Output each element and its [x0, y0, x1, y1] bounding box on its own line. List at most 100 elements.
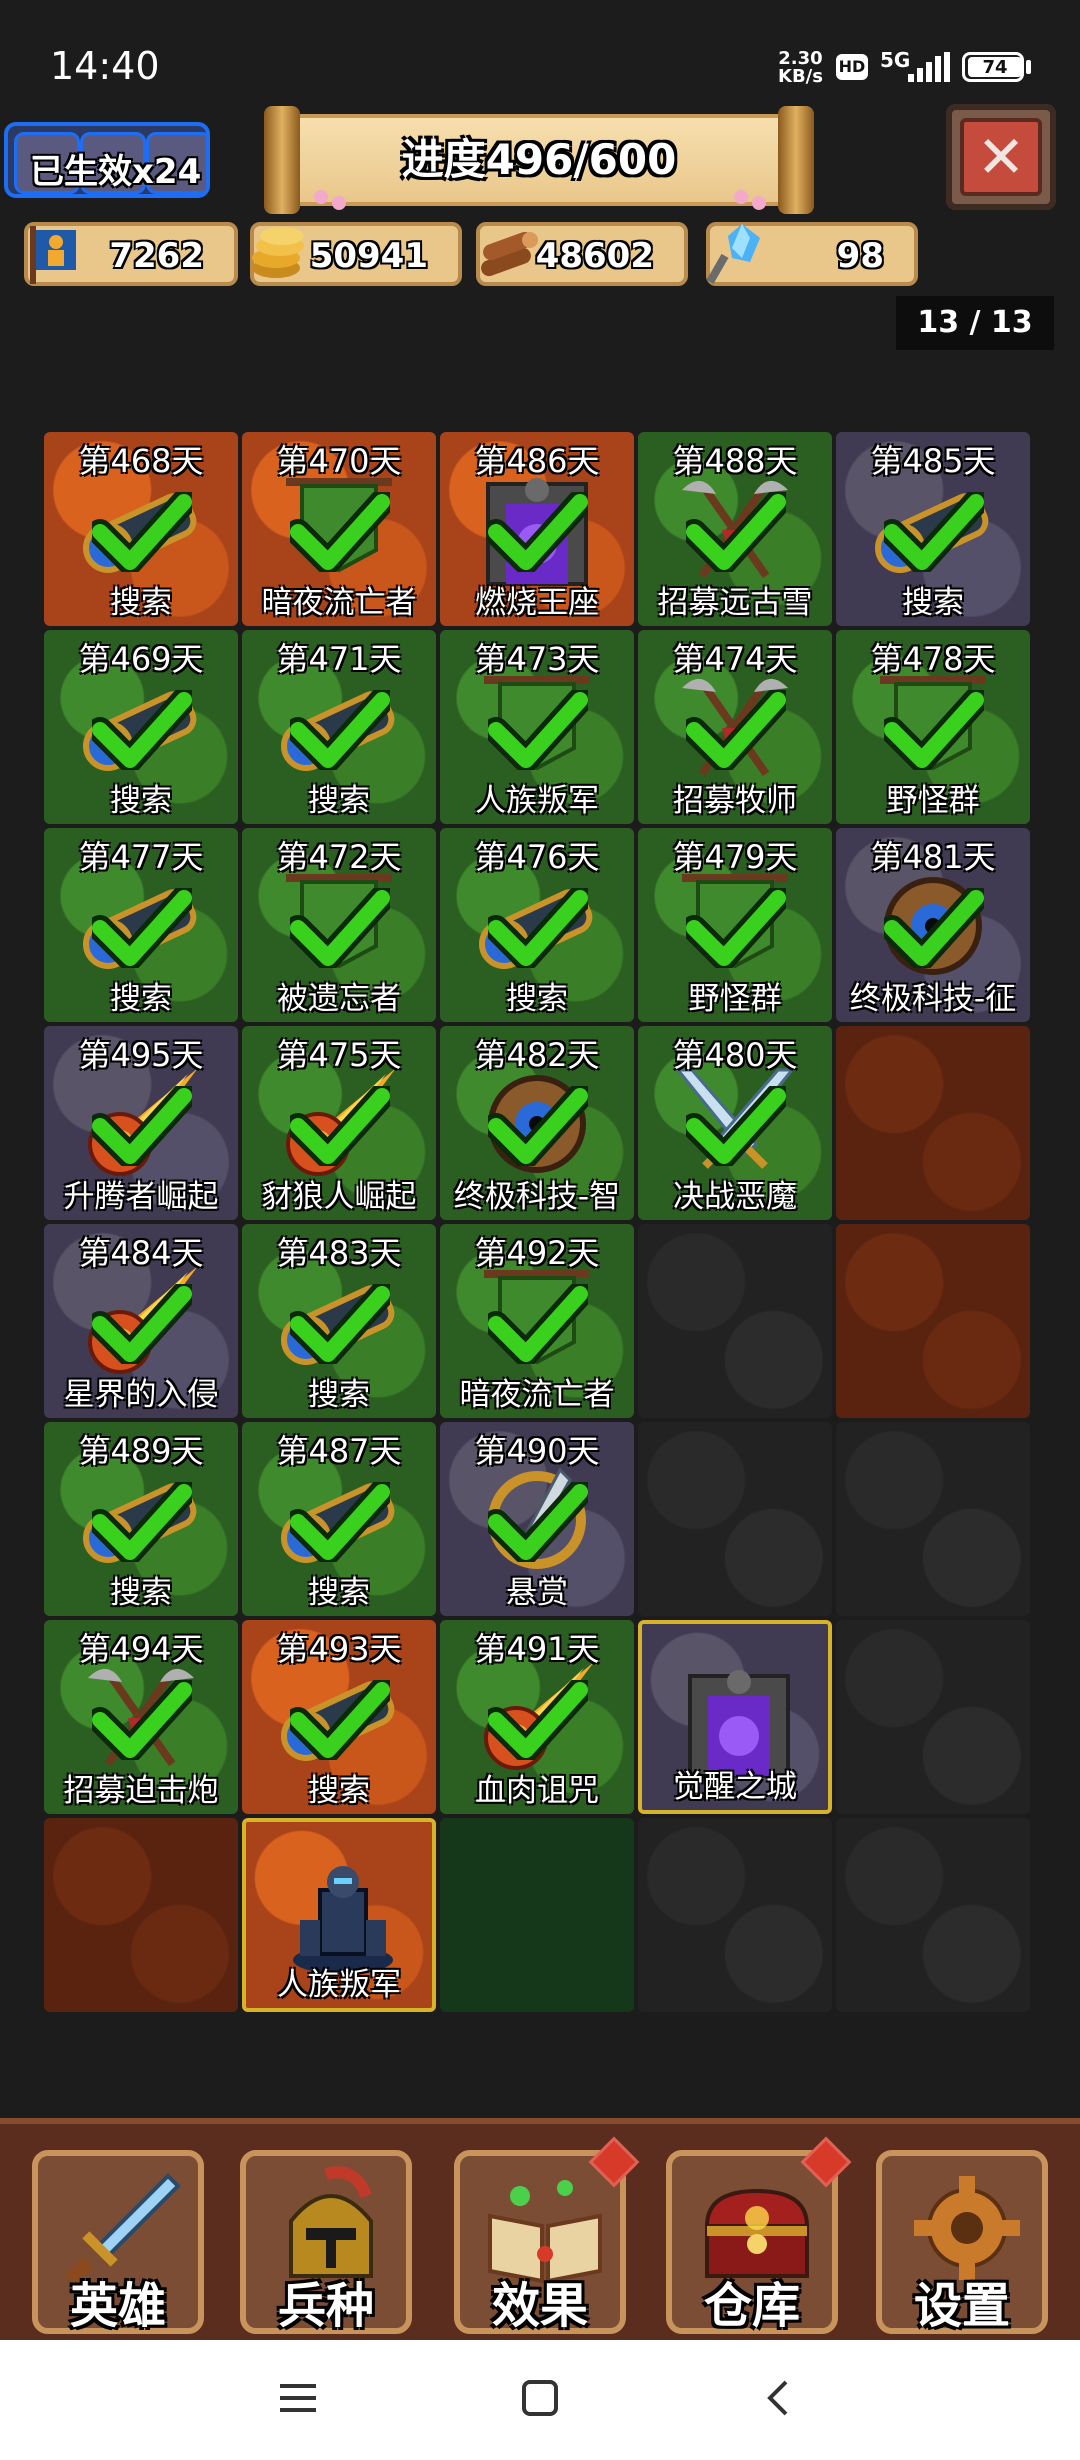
check-icon: [488, 1680, 588, 1760]
progress-label: 进度496/600: [401, 135, 677, 184]
grid-tile[interactable]: 第468天 搜索: [44, 432, 238, 626]
grid-tile[interactable]: 第477天 搜索: [44, 828, 238, 1022]
grid-tile[interactable]: 第473天人族叛军: [440, 630, 634, 824]
check-icon: [686, 888, 786, 968]
grid-tile[interactable]: 第487天 搜索: [242, 1422, 436, 1616]
grid-tile[interactable]: 第494天 招募迫击炮: [44, 1620, 238, 1814]
tile-name: 悬赏: [506, 1575, 568, 1611]
grid-tile[interactable]: 第478天 野怪群: [836, 630, 1030, 824]
grid-tile[interactable]: 第493天搜索: [242, 1620, 436, 1814]
tile-name: 人族叛军: [277, 1967, 401, 2003]
tile-name: 野怪群: [886, 783, 980, 819]
grid-tile[interactable]: 第480天 决战恶魔: [638, 1026, 832, 1220]
grid-tile[interactable]: 觉醒之城: [638, 1620, 832, 1814]
tile-day: 第491天: [474, 1630, 600, 1668]
nav-storage-button[interactable]: 仓库: [666, 2136, 852, 2334]
grid-tile[interactable]: [44, 1818, 238, 2012]
grid-tile[interactable]: 第474天 招募牧师: [638, 630, 832, 824]
menu-icon[interactable]: [276, 2376, 320, 2420]
nav-heroes-button[interactable]: 英雄: [32, 2150, 204, 2334]
grid-tile[interactable]: 第482天 终极科技-智: [440, 1026, 634, 1220]
grid-tile[interactable]: 第481天 终极科技-征: [836, 828, 1030, 1022]
grid-tile[interactable]: 人族叛军: [242, 1818, 436, 2012]
tile-name: 搜索: [308, 1773, 370, 1809]
grid-tile[interactable]: 第485天 搜索: [836, 432, 1030, 626]
nav-settings-button[interactable]: 设置: [876, 2150, 1048, 2334]
check-icon: [290, 1284, 390, 1364]
grid-tile[interactable]: 第490天 悬赏: [440, 1422, 634, 1616]
gold-icon: [252, 227, 304, 278]
network-type: 5G: [880, 48, 911, 72]
grid-tile[interactable]: 第479天 野怪群: [638, 828, 832, 1022]
check-icon: [488, 888, 588, 968]
grid-tile[interactable]: 第491天 血肉诅咒: [440, 1620, 634, 1814]
check-icon: [488, 1284, 588, 1364]
battery-icon: 74: [962, 52, 1024, 82]
grid-tile[interactable]: 第471天 搜索: [242, 630, 436, 824]
tile-day: 第493天: [276, 1630, 402, 1668]
hd-icon: HD: [836, 54, 868, 80]
tile-day: 第472天: [276, 838, 402, 876]
grid-tile[interactable]: 第492天 暗夜流亡者: [440, 1224, 634, 1418]
grid-tile[interactable]: 第470天 暗夜流亡者: [242, 432, 436, 626]
close-button[interactable]: ✕: [946, 104, 1056, 210]
tile-name: 招募远古雪: [657, 585, 813, 621]
check-icon: [290, 492, 390, 572]
close-icon: ✕: [976, 123, 1026, 191]
grid-tile[interactable]: [638, 1422, 832, 1616]
flower-icon: [752, 196, 766, 210]
tile-name: 人族叛军: [475, 783, 599, 819]
network-speed: 2.30 KB/s: [778, 48, 823, 87]
tile-name: 觉醒之城: [673, 1769, 797, 1805]
tile-day: 第473天: [474, 640, 600, 678]
home-icon[interactable]: [518, 2376, 562, 2420]
tile-name: 暗夜流亡者: [459, 1377, 615, 1413]
nav-troops-button[interactable]: 兵种: [240, 2150, 412, 2334]
tile-name: 终极科技-智: [453, 1179, 621, 1215]
check-icon: [92, 1086, 192, 1166]
tile-day: 第495天: [78, 1036, 204, 1074]
tile-name: 野怪群: [688, 981, 782, 1017]
grid-tile[interactable]: 第469天 搜索: [44, 630, 238, 824]
check-icon: [92, 1482, 192, 1562]
grid-tile[interactable]: 第489天搜索: [44, 1422, 238, 1616]
tile-name: 升腾者崛起: [63, 1179, 219, 1215]
grid-tile[interactable]: 第495天升腾者崛起: [44, 1026, 238, 1220]
check-icon: [290, 690, 390, 770]
grid-tile[interactable]: 第483天 搜索: [242, 1224, 436, 1418]
grid-tile[interactable]: 第475天 豺狼人崛起: [242, 1026, 436, 1220]
grid-tile[interactable]: [836, 1818, 1030, 2012]
check-icon: [686, 1086, 786, 1166]
grid-tile[interactable]: [836, 1026, 1030, 1220]
flower-icon: [332, 196, 346, 210]
tile-day: 第470天: [276, 442, 402, 480]
tile-day: 第476天: [474, 838, 600, 876]
grid-tile[interactable]: 第476天 搜索: [440, 828, 634, 1022]
tile-day: 第486天: [474, 442, 600, 480]
resource-wood: 48602: [476, 222, 688, 286]
resource-population: 7262: [24, 222, 238, 286]
tile-name: 搜索: [902, 585, 964, 621]
check-icon: [92, 1284, 192, 1364]
grid-tile[interactable]: 第484天 星界的入侵: [44, 1224, 238, 1418]
grid-tile[interactable]: [440, 1818, 634, 2012]
nav-effects-button[interactable]: 效果: [454, 2136, 640, 2334]
tile-name: 搜索: [110, 1575, 172, 1611]
tile-day: 第489天: [78, 1432, 204, 1470]
tile-name: 豺狼人崛起: [261, 1179, 417, 1215]
grid-tile[interactable]: [836, 1224, 1030, 1418]
back-icon[interactable]: [758, 2376, 802, 2420]
grid-tile[interactable]: 第486天 燃烧王座: [440, 432, 634, 626]
grid-tile[interactable]: [638, 1224, 832, 1418]
grid-tile[interactable]: 第488天 招募远古雪: [638, 432, 832, 626]
tile-day: 第481天: [870, 838, 996, 876]
check-icon: [290, 1680, 390, 1760]
tile-day: 第469天: [78, 640, 204, 678]
active-effects-badge[interactable]: 已生效x24: [4, 122, 210, 198]
grid-tile[interactable]: 第472天 被遗忘者: [242, 828, 436, 1022]
tile-day: 第480天: [672, 1036, 798, 1074]
signal-icon: [908, 52, 950, 82]
grid-tile[interactable]: [836, 1620, 1030, 1814]
grid-tile[interactable]: [638, 1818, 832, 2012]
grid-tile[interactable]: [836, 1422, 1030, 1616]
